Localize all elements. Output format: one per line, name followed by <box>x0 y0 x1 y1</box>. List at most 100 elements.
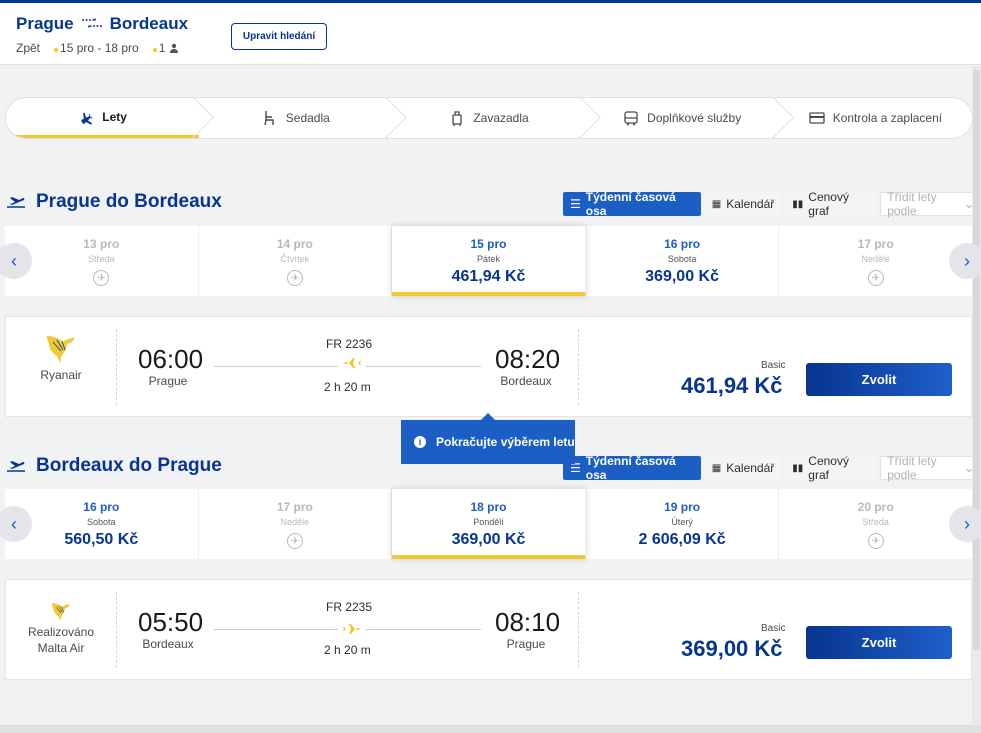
date-tab[interactable]: 20 pro Středa ✈ <box>779 489 972 559</box>
price-graph-button[interactable]: ▮▮ Cenový graf <box>785 454 877 482</box>
inbound-title: Bordeaux do Prague <box>6 455 222 477</box>
person-icon <box>169 43 178 53</box>
list-icon: ☰ <box>570 197 581 211</box>
route-title: Prague Bordeaux <box>16 14 188 34</box>
date-tab[interactable]: 17 pro Neděle ✈ <box>199 489 393 559</box>
arrival-time: 08:20 <box>495 344 561 374</box>
sort-select[interactable]: Třídit lety podle ⌄ <box>880 190 981 218</box>
tooltip-text: Pokračujte výběrem letu <box>436 435 575 449</box>
step-extras[interactable]: Doplňkové služby <box>586 98 779 138</box>
date-tab[interactable]: 14 pro Čtvrtek ✈ <box>199 226 393 296</box>
arrival-city: Bordeaux <box>500 374 552 388</box>
no-flight-icon: ✈ <box>867 533 884 549</box>
scrollbar-thumb[interactable] <box>973 70 980 650</box>
arrival-time: 08:10 <box>495 607 561 637</box>
date-price: 369,00 Kč <box>645 268 719 285</box>
step-seats[interactable]: Sedadla <box>199 98 392 138</box>
airline-info: Realizováno Malta Air <box>6 592 117 668</box>
departure-time: 05:50 <box>138 607 204 637</box>
calendar-icon: ▦ <box>711 462 722 474</box>
step-flights[interactable]: Lety <box>6 98 200 138</box>
inbound-date-carousel: 16 pro Sobota 560,50 Kč 17 pro Neděle ✈ … <box>5 489 972 559</box>
date-price: 560,50 Kč <box>64 531 139 548</box>
edit-search-button[interactable]: Upravit hledání <box>231 23 327 50</box>
date-price: 369,00 Kč <box>451 531 526 548</box>
outbound-view-toolbar: ☰ Týdenní časová osa ▦ Kalendář ▮▮ Cenový g… <box>563 190 981 218</box>
select-flight-button[interactable]: Zvolit <box>806 363 952 396</box>
seat-icon <box>262 110 278 126</box>
calendar-icon: ▦ <box>711 198 722 210</box>
date-tab[interactable]: 16 pro Sobota 560,50 Kč <box>5 489 199 559</box>
malta-air-logo-icon <box>6 592 116 624</box>
next-dates-button[interactable]: › <box>949 243 981 279</box>
round-trip-icon <box>80 16 104 32</box>
fare-price: 369,00 Kč <box>681 636 783 661</box>
flight-number: FR 2236 <box>326 337 373 351</box>
trip-header: Prague Bordeaux Zpět 15 pro - 18 pro 1 U… <box>0 0 981 65</box>
bar-chart-icon: ▮▮ <box>792 198 804 210</box>
origin-city: Prague <box>16 14 74 33</box>
date-price: 461,94 Kč <box>451 268 526 285</box>
plane-icon <box>338 622 366 641</box>
date-tab[interactable]: 17 pro Neděle ✈ <box>779 226 972 296</box>
sort-select[interactable]: Třídit lety podle ⌄ <box>880 454 981 482</box>
next-dates-button[interactable]: › <box>949 506 981 542</box>
step-label: Sedadla <box>285 111 330 125</box>
step-checkout[interactable]: Kontrola a zaplacení <box>779 98 972 138</box>
no-flight-icon: ✈ <box>286 270 303 286</box>
date-tab[interactable]: 16 pro Sobota 369,00 Kč <box>586 226 780 296</box>
footer-strip <box>0 725 981 733</box>
plane-icon <box>338 356 366 375</box>
chevron-left-icon: ‹ <box>11 513 17 534</box>
outbound-date-carousel: 13 pro Středa ✈ 14 pro Čtvrtek ✈ 15 pro … <box>5 226 972 296</box>
inbound-view-toolbar: ☰ Týdenní časová osa ▦ Kalendář ▮▮ Cenový g… <box>563 454 981 482</box>
departure-city: Bordeaux <box>142 637 194 651</box>
inbound-flight-card: Realizováno Malta Air 05:50 Bordeaux FR … <box>5 579 972 680</box>
outbound-title-text: Prague do Bordeaux <box>36 191 222 212</box>
step-label: Kontrola a zaplacení <box>832 111 943 125</box>
card-divider <box>578 592 579 668</box>
chevron-right-icon: › <box>964 250 970 271</box>
ryanair-logo-icon <box>6 329 116 367</box>
weekly-timeline-button[interactable]: ☰ Týdenní časová osa <box>563 190 701 218</box>
continue-tooltip: i Pokračujte výběrem letu <box>401 413 575 464</box>
departure-icon <box>7 461 25 472</box>
step-label: Zavazadla <box>473 111 529 125</box>
departure-icon <box>7 197 25 208</box>
step-label: Doplňkové služby <box>647 111 742 125</box>
weekly-timeline-button[interactable]: ☰ Týdenní časová osa <box>563 454 701 482</box>
trip-dates: 15 pro - 18 pro <box>60 41 139 55</box>
date-tab[interactable]: 13 pro Středa ✈ <box>5 226 199 296</box>
step-bags[interactable]: Zavazadla <box>392 98 585 138</box>
departure-city: Prague <box>148 374 188 388</box>
bag-icon <box>449 110 465 126</box>
bus-icon <box>623 110 639 126</box>
departure-time: 06:00 <box>138 344 204 374</box>
fare-type: Basic <box>761 623 786 634</box>
destination-city: Bordeaux <box>109 14 189 33</box>
outbound-title: Prague do Bordeaux <box>6 191 222 213</box>
date-tab-selected[interactable]: 18 pro Pondělí 369,00 Kč <box>392 489 586 559</box>
date-tab-selected[interactable]: 15 pro Pátek 461,94 Kč <box>392 226 586 296</box>
flight-number: FR 2235 <box>326 600 373 614</box>
info-icon: i <box>414 436 426 448</box>
trip-summary: Zpět 15 pro - 18 pro 1 <box>16 41 179 55</box>
bar-chart-icon: ▮▮ <box>792 462 804 474</box>
select-flight-button[interactable]: Zvolit <box>806 626 952 659</box>
price-graph-button[interactable]: ▮▮ Cenový graf <box>785 190 877 218</box>
passenger-count: 1 <box>158 41 166 55</box>
airline-operated-label: Realizováno <box>27 625 95 639</box>
date-tab[interactable]: 19 pro Úterý 2 606,09 Kč <box>586 489 780 559</box>
calendar-button[interactable]: ▦ Kalendář <box>704 192 782 216</box>
no-flight-icon: ✈ <box>93 270 110 286</box>
chevron-left-icon: ‹ <box>11 250 17 271</box>
card-icon <box>809 110 825 126</box>
step-label: Lety <box>102 109 127 124</box>
flight-duration: 2 h 20 m <box>324 643 371 657</box>
trip-type: Zpět <box>16 41 41 55</box>
fare-type: Basic <box>761 360 786 371</box>
calendar-button[interactable]: ▦ Kalendář <box>704 456 782 480</box>
no-flight-icon: ✈ <box>867 270 884 286</box>
booking-steps: Lety Sedadla Zavazadla Doplňkové služby … <box>5 97 973 139</box>
no-flight-icon: ✈ <box>286 533 303 549</box>
